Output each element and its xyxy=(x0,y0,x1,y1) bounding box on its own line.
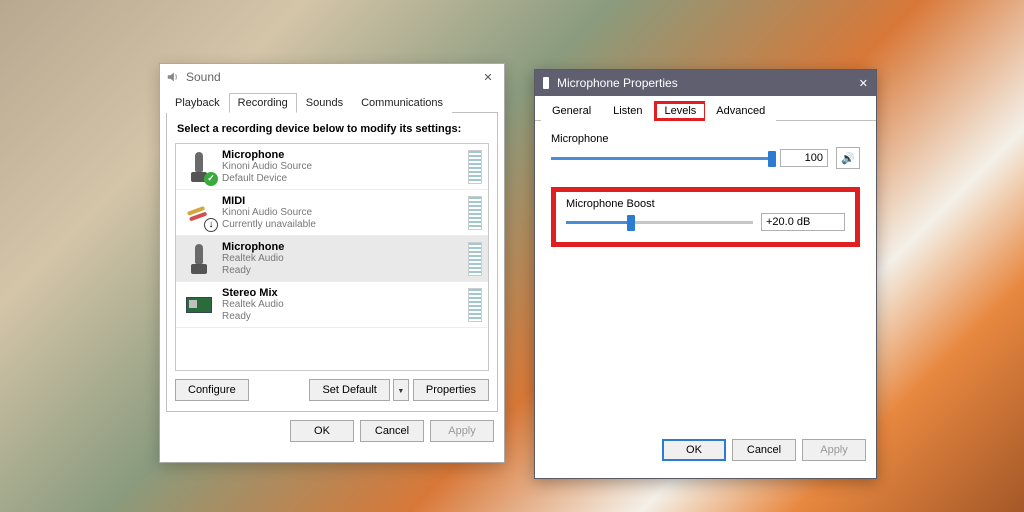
mic-properties-window: Microphone Properties General Listen Lev… xyxy=(534,69,877,479)
microphone-boost-label: Microphone Boost xyxy=(566,198,845,210)
device-name: Microphone xyxy=(222,241,462,253)
device-status: Ready xyxy=(222,265,462,277)
device-list: Microphone Kinoni Audio Source Default D… xyxy=(175,143,489,371)
tab-playback[interactable]: Playback xyxy=(166,93,229,113)
device-source: Kinoni Audio Source xyxy=(222,207,462,219)
levels-panel: Microphone 100 Microphone Boost +20.0 dB xyxy=(535,121,876,431)
props-tabs: General Listen Levels Advanced xyxy=(535,100,876,121)
set-default-button[interactable]: Set Default xyxy=(309,379,389,401)
speaker-icon xyxy=(841,152,855,165)
device-name: MIDI xyxy=(222,195,462,207)
device-stereo-mix[interactable]: Stereo Mix Realtek Audio Ready xyxy=(176,282,488,328)
level-meter xyxy=(468,150,482,184)
close-icon[interactable] xyxy=(478,67,498,87)
device-status: Ready xyxy=(222,311,462,323)
props-titlebar[interactable]: Microphone Properties xyxy=(535,70,876,96)
recording-panel: Select a recording device below to modif… xyxy=(166,112,498,412)
tab-general[interactable]: General xyxy=(541,101,602,121)
device-status: Currently unavailable xyxy=(222,219,462,231)
tab-communications[interactable]: Communications xyxy=(352,93,452,113)
properties-button[interactable]: Properties xyxy=(413,379,489,401)
cancel-button[interactable]: Cancel xyxy=(360,420,424,442)
device-midi[interactable]: MIDI Kinoni Audio Source Currently unava… xyxy=(176,190,488,236)
microphone-icon xyxy=(543,77,549,89)
apply-button[interactable]: Apply xyxy=(430,420,494,442)
device-source: Realtek Audio xyxy=(222,299,462,311)
level-meter xyxy=(468,196,482,230)
close-icon[interactable] xyxy=(859,76,868,90)
sound-title: Sound xyxy=(186,70,221,84)
highlight-boost-section: Microphone Boost +20.0 dB xyxy=(551,187,860,247)
tab-sounds[interactable]: Sounds xyxy=(297,93,352,113)
soundcard-icon xyxy=(182,288,216,322)
props-title: Microphone Properties xyxy=(557,76,678,90)
microphone-level-label: Microphone xyxy=(551,133,860,145)
level-meter xyxy=(468,242,482,276)
device-name: Stereo Mix xyxy=(222,287,462,299)
sound-window: Sound Playback Recording Sounds Communic… xyxy=(159,63,505,463)
check-icon xyxy=(204,172,218,186)
device-microphone-kinoni[interactable]: Microphone Kinoni Audio Source Default D… xyxy=(176,144,488,190)
sound-tabs: Playback Recording Sounds Communications xyxy=(160,92,504,112)
microphone-icon xyxy=(182,242,216,276)
ok-button[interactable]: OK xyxy=(662,439,726,461)
instruction-text: Select a recording device below to modif… xyxy=(177,123,489,135)
level-meter xyxy=(468,288,482,322)
microphone-level-value[interactable]: 100 xyxy=(780,149,828,167)
microphone-level-slider[interactable] xyxy=(551,148,772,168)
ok-button[interactable]: OK xyxy=(290,420,354,442)
tab-recording[interactable]: Recording xyxy=(229,93,297,113)
tab-listen[interactable]: Listen xyxy=(602,101,653,121)
sound-titlebar[interactable]: Sound xyxy=(160,64,504,90)
microphone-boost-slider[interactable] xyxy=(566,212,753,232)
microphone-icon xyxy=(182,150,216,184)
tab-advanced[interactable]: Advanced xyxy=(705,101,776,121)
device-source: Kinoni Audio Source xyxy=(222,161,462,173)
cancel-button[interactable]: Cancel xyxy=(732,439,796,461)
speaker-icon xyxy=(166,70,180,84)
device-status: Default Device xyxy=(222,173,462,185)
midi-cable-icon xyxy=(182,196,216,230)
tab-levels[interactable]: Levels xyxy=(654,101,708,121)
apply-button[interactable]: Apply xyxy=(802,439,866,461)
mute-button[interactable] xyxy=(836,147,860,169)
device-source: Realtek Audio xyxy=(222,253,462,265)
device-name: Microphone xyxy=(222,149,462,161)
microphone-boost-value[interactable]: +20.0 dB xyxy=(761,213,845,231)
device-microphone-realtek[interactable]: Microphone Realtek Audio Ready xyxy=(176,236,488,282)
set-default-dropdown-button[interactable] xyxy=(393,379,409,401)
configure-button[interactable]: Configure xyxy=(175,379,249,401)
download-icon xyxy=(204,218,218,232)
